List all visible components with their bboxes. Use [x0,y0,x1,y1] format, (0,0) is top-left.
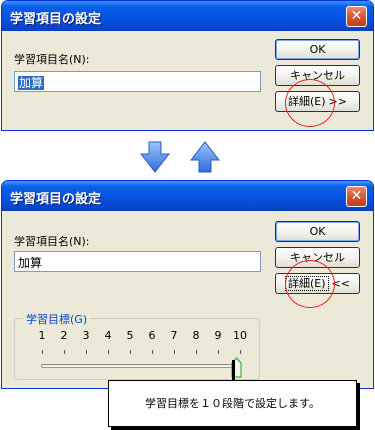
tick-mark [218,350,219,354]
learning-goal-group: 学習目標(G) 1 2 3 4 5 6 7 8 9 10 [14,311,260,380]
slider-track[interactable] [41,364,240,368]
tick-label: 2 [60,329,68,342]
dialog-title: 学習項目の設定 [10,192,102,207]
item-name-input[interactable]: 加算 [14,251,261,272]
close-icon: ✕ [350,8,363,24]
tick-label: 1 [38,329,46,342]
settings-dialog-collapsed: 学習項目の設定 ✕ 学習項目名(N): 加算 OK キャンセル 詳細(E) >> [1,0,374,131]
ok-button-label: OK [309,225,326,238]
highlight-circle [285,260,335,308]
item-name-value: 加算 [18,76,45,90]
highlight-circle [285,79,335,127]
tick-mark [42,350,43,354]
callout-text: 学習目標を１０段階で設定します。 [145,397,320,410]
tick-label: 9 [214,329,222,342]
explanation-callout: 学習目標を１０段階で設定します。 [108,380,357,427]
tick-mark [86,350,87,354]
learning-goal-legend: 学習目標(G) [23,311,91,327]
tick-mark [174,350,175,354]
tick-mark [64,350,65,354]
tick-mark [240,350,241,354]
title-bar: 学習項目の設定 ✕ [2,181,373,211]
blue-down-arrow-icon [140,141,171,173]
callout-pointer [232,360,235,381]
dialog-title: 学習項目の設定 [10,12,102,27]
tick-label: 3 [82,329,90,342]
close-button[interactable]: ✕ [346,6,367,27]
tick-label: 7 [170,329,178,342]
item-name-value: 加算 [18,256,43,270]
close-button[interactable]: ✕ [346,186,367,207]
tick-label: 8 [192,329,200,342]
item-name-input[interactable]: 加算 [14,71,261,92]
tick-label: 4 [104,329,112,342]
settings-dialog-expanded: 学習項目の設定 ✕ 学習項目名(N): 加算 OK キャンセル 詳細(E) << … [1,180,374,389]
close-icon: ✕ [350,188,363,204]
tick-mark [130,350,131,354]
transition-arrows [140,141,220,173]
ok-button[interactable]: OK [275,39,360,60]
blue-up-arrow-icon [189,141,220,173]
item-name-label: 学習項目名(N): [14,235,90,248]
tick-label: 5 [126,329,134,342]
title-bar: 学習項目の設定 ✕ [2,1,373,31]
ok-button[interactable]: OK [275,221,360,242]
tick-mark [152,350,153,354]
item-name-label: 学習項目名(N): [14,53,90,66]
tick-mark [108,350,109,354]
tick-label: 10 [233,329,247,342]
tick-mark [196,350,197,354]
ok-button-label: OK [309,43,326,56]
tick-label: 6 [148,329,156,342]
